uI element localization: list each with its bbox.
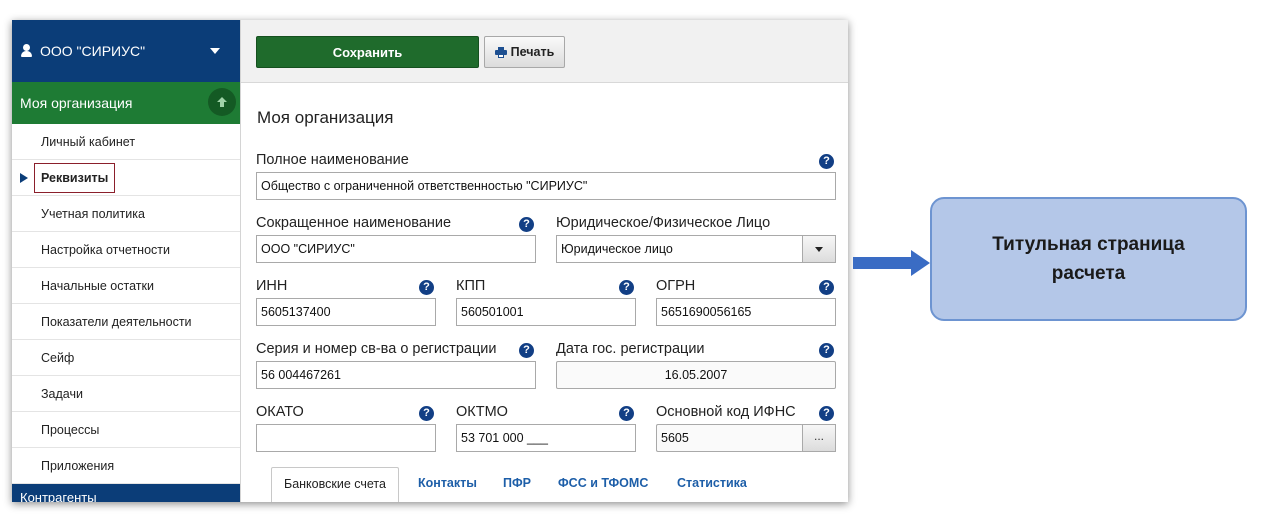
question-circle-icon[interactable]: ? [819,406,834,421]
short-name-field[interactable]: ООО "СИРИУС" [256,235,536,263]
ifns-code-field[interactable]: 5605 [656,424,803,452]
inn-field[interactable]: 5605137400 [256,298,436,326]
entity-type-label: Юридическое/Физическое Лицо [556,215,771,231]
section-title: Моя организация [20,95,133,111]
callout-text: Титульная страница расчета [992,234,1185,284]
sidebar-item-processes[interactable]: Процессы [12,412,240,448]
callout-box: Титульная страница расчета [930,197,1247,321]
sidebar-item-label: Задачи [41,386,83,401]
question-circle-icon[interactable]: ? [419,406,434,421]
tab-statistics[interactable]: Статистика [677,467,747,502]
sidebar-item-requisites[interactable]: Реквизиты [12,160,240,196]
tab-fss-tfoms[interactable]: ФСС и ТФОМС [558,467,648,502]
oktmo-field[interactable]: 53 701 000 ___ [456,424,636,452]
full-name-label: Полное наименование [256,152,409,168]
kpp-field[interactable]: 560501001 [456,298,636,326]
organization-name: ООО "СИРИУС" [40,43,146,59]
inn-label: ИНН [256,278,288,294]
sidebar-item-label: Личный кабинет [41,134,136,149]
registration-date-field[interactable]: 16.05.2007 [556,361,836,389]
ifns-lookup-button[interactable]: ... [802,424,836,452]
sidebar-item-label: Сейф [41,350,75,365]
user-icon [20,44,34,58]
question-circle-icon[interactable]: ? [519,217,534,232]
registration-date-label: Дата гос. регистрации [556,341,705,357]
organization-selector[interactable]: ООО "СИРИУС" [12,20,240,82]
sidebar-item-opening-balances[interactable]: Начальные остатки [12,268,240,304]
sidebar-item-label: Реквизиты [34,162,116,193]
arrow-up-icon [217,97,227,107]
callout-arrow-head [911,250,930,276]
question-circle-icon[interactable]: ? [819,343,834,358]
sidebar-item-safe[interactable]: Сейф [12,340,240,376]
question-circle-icon[interactable]: ? [619,406,634,421]
tab-pfr[interactable]: ПФР [503,467,531,502]
printer-icon [494,46,507,58]
question-circle-icon[interactable]: ? [419,280,434,295]
ifns-code-label: Основной код ИФНС [656,404,796,420]
app-window: ООО "СИРИУС" Моя организация Личный каби… [12,20,848,502]
chevron-down-icon[interactable] [210,48,220,54]
oktmo-label: ОКТМО [456,404,508,420]
sidebar-item-report-settings[interactable]: Настройка отчетности [12,232,240,268]
toolbar: Сохранить Печать [241,20,848,83]
sidebar-section-counterparties[interactable]: Контрагенты [12,484,240,502]
section-title: Контрагенты [20,490,97,502]
registration-certificate-label: Серия и номер св-ва о регистрации [256,341,497,357]
sidebar-item-label: Приложения [41,458,115,473]
sidebar-item-label: Учетная политика [41,206,145,221]
sidebar-item-label: Начальные остатки [41,278,154,293]
print-label: Печать [510,45,555,59]
sidebar-item-label: Показатели деятельности [41,314,192,329]
kpp-label: КПП [456,278,486,294]
entity-type-dropdown-button[interactable] [802,235,836,263]
short-name-label: Сокращенное наименование [256,215,452,231]
chevron-down-icon [815,246,823,252]
entity-type-select[interactable]: Юридическое лицо [556,235,803,263]
sidebar-item-applications[interactable]: Приложения [12,448,240,484]
page-title: Моя организация [257,108,394,127]
tab-contacts[interactable]: Контакты [418,467,477,502]
sidebar-item-personal-cabinet[interactable]: Личный кабинет [12,124,240,160]
sidebar-item-label: Процессы [41,422,100,437]
ogrn-label: ОГРН [656,278,696,294]
question-circle-icon[interactable]: ? [519,343,534,358]
active-pointer-icon [20,173,28,183]
okato-field[interactable] [256,424,436,452]
question-circle-icon[interactable]: ? [819,154,834,169]
sidebar: ООО "СИРИУС" Моя организация Личный каби… [12,20,241,502]
ogrn-field[interactable]: 5651690056165 [656,298,836,326]
tab-bank-accounts[interactable]: Банковские счета [271,467,399,502]
question-circle-icon[interactable]: ? [819,280,834,295]
sidebar-item-performance-indicators[interactable]: Показатели деятельности [12,304,240,340]
question-circle-icon[interactable]: ? [619,280,634,295]
okato-label: ОКАТО [256,404,304,420]
sidebar-nav: Личный кабинет Реквизиты Учетная политик… [12,124,240,484]
callout-arrow [853,257,913,269]
sidebar-item-label: Настройка отчетности [41,242,170,257]
print-button[interactable]: Печать [484,36,565,68]
sidebar-section-my-organization[interactable]: Моя организация [12,82,240,124]
collapse-section-button[interactable] [208,88,236,116]
save-button[interactable]: Сохранить [256,36,479,68]
full-name-field[interactable]: Общество с ограниченной ответственностью… [256,172,836,200]
sidebar-item-accounting-policy[interactable]: Учетная политика [12,196,240,232]
sidebar-item-tasks[interactable]: Задачи [12,376,240,412]
registration-certificate-field[interactable]: 56 004467261 [256,361,536,389]
